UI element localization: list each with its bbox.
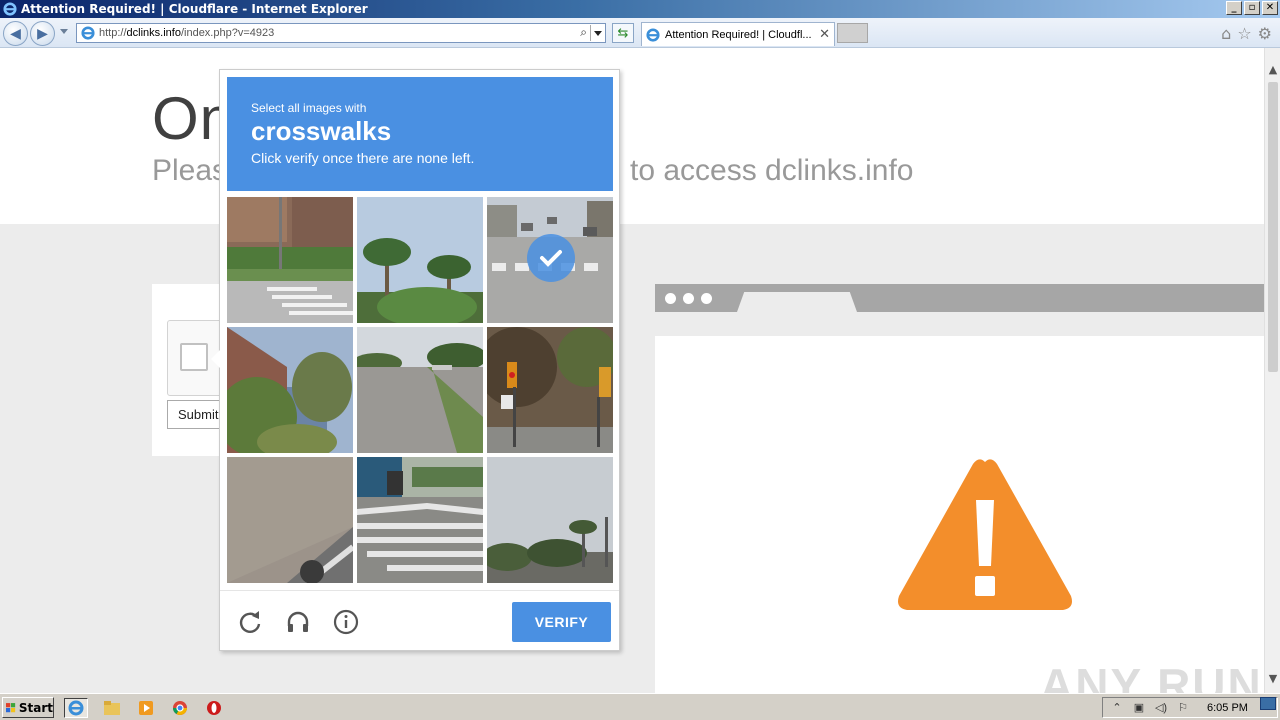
taskbar-clock[interactable]: 6:05 PM [1207, 702, 1248, 714]
address-dropdown-button[interactable] [590, 25, 604, 41]
volume-icon[interactable]: ◁) [1153, 700, 1169, 716]
opera-icon [207, 701, 221, 715]
url-host: dclinks.info [126, 27, 181, 39]
illustration-dot [683, 293, 694, 304]
tile-2-palm-trees[interactable] [357, 197, 483, 323]
popup-pointer [211, 350, 220, 368]
challenge-footer: VERIFY [220, 590, 619, 650]
start-label: Start [18, 700, 53, 715]
url-scheme: http:// [99, 27, 127, 39]
tools-gear-icon[interactable]: ⚙ [1258, 24, 1272, 43]
challenge-target: crosswalks [251, 116, 392, 146]
verify-button[interactable]: VERIFY [512, 602, 611, 642]
windows-taskbar: Start ⌃ ▣ ◁) ⚐ 6:05 PM [0, 693, 1280, 720]
internet-explorer-icon [68, 700, 84, 716]
tile-6-traffic-lights[interactable] [487, 327, 613, 453]
vertical-scrollbar[interactable]: ▲ ▼ [1264, 48, 1280, 693]
tray-expand-icon[interactable]: ⌃ [1109, 700, 1125, 716]
challenge-header: Select all images with crosswalks Click … [227, 77, 613, 191]
window-title-bar: Attention Required! | Cloudflare - Inter… [0, 0, 1280, 18]
media-player-icon [139, 701, 153, 715]
back-icon: ◀ [10, 25, 21, 42]
taskbar-media-player-button[interactable] [134, 698, 158, 718]
image-grid [227, 197, 613, 583]
windows-logo-icon [6, 702, 16, 712]
illustration-dot [701, 293, 712, 304]
browser-tab[interactable]: Attention Required! | Cloudfl... ✕ [641, 22, 835, 46]
scroll-up-icon[interactable]: ▲ [1265, 60, 1280, 78]
challenge-note: Click verify once there are none left. [251, 149, 475, 166]
browser-illustration-body [655, 336, 1264, 693]
restore-button[interactable]: ▫ [1244, 1, 1260, 15]
taskbar-ie-button[interactable] [64, 698, 88, 718]
illustration-tab [737, 292, 857, 312]
scroll-thumb[interactable] [1268, 82, 1278, 372]
chrome-icon [173, 701, 187, 715]
browser-illustration-bar [655, 284, 1264, 312]
page-subheading: Pleas to access dclinks.info [152, 154, 913, 188]
page-hero: On Pleas to access dclinks.info [0, 48, 1264, 224]
tab-title: Attention Required! | Cloudfl... [665, 28, 812, 41]
audio-headphones-icon[interactable] [285, 609, 311, 635]
navigation-bar: ◀ ▶ http://dclinks.info/index.php?v=4923… [0, 18, 1280, 48]
web-page: On Pleas to access dclinks.info Submit A… [0, 48, 1264, 693]
page-lower-section: Submit [0, 224, 1264, 693]
info-icon[interactable] [333, 609, 359, 635]
tile-3-street-crosswalk[interactable] [487, 197, 613, 323]
tab-close-icon[interactable]: ✕ [819, 26, 830, 42]
forward-button[interactable]: ▶ [30, 21, 55, 46]
taskbar-chrome-button[interactable] [168, 698, 192, 718]
address-bar[interactable]: http://dclinks.info/index.php?v=4923 ⌕ [76, 23, 606, 43]
forward-icon: ▶ [37, 25, 48, 42]
taskbar-opera-button[interactable] [202, 698, 226, 718]
url-path: /index.php?v=4923 [180, 27, 275, 39]
favorites-star-icon[interactable]: ☆ [1237, 24, 1251, 43]
recaptcha-checkbox[interactable] [180, 343, 208, 371]
challenge-instruction: Select all images with [251, 101, 367, 115]
tile-7-road-curb[interactable] [227, 457, 353, 583]
refresh-button[interactable]: ⇆ [612, 23, 634, 43]
back-button[interactable]: ◀ [3, 21, 28, 46]
anyrun-watermark: ANY RUN [1040, 659, 1263, 693]
reload-icon[interactable] [237, 609, 263, 635]
warning-triangle-icon [898, 459, 1072, 610]
refresh-icon: ⇆ [617, 25, 629, 41]
home-icon[interactable]: ⌂ [1221, 24, 1231, 43]
page-subheading-left: Pleas [152, 154, 228, 187]
tab-favicon-icon [646, 27, 660, 42]
new-tab-button[interactable] [837, 23, 868, 43]
network-icon[interactable]: ▣ [1131, 700, 1147, 716]
show-desktop-button[interactable] [1260, 697, 1276, 710]
tile-5-empty-road[interactable] [357, 327, 483, 453]
tile-1-sidewalk-crosswalk[interactable] [227, 197, 353, 323]
tile-8-crosswalk-stripes[interactable] [357, 457, 483, 583]
window-controls: _ ▫ ✕ [1226, 1, 1278, 15]
internet-explorer-icon [3, 2, 17, 16]
folder-icon [104, 701, 120, 715]
page-favicon-icon [81, 26, 95, 40]
close-button[interactable]: ✕ [1262, 1, 1278, 15]
scroll-down-icon[interactable]: ▼ [1265, 669, 1280, 687]
action-center-flag-icon[interactable]: ⚐ [1175, 700, 1191, 716]
toolbar-icons: ⌂ ☆ ⚙ [1221, 24, 1272, 43]
taskbar-explorer-button[interactable] [100, 698, 124, 718]
tile-4-palm-building[interactable] [227, 327, 353, 453]
tile-9-trees-sky[interactable] [487, 457, 613, 583]
illustration-dot [665, 293, 676, 304]
minimize-button[interactable]: _ [1226, 1, 1242, 15]
search-icon[interactable]: ⌕ [580, 25, 587, 40]
system-tray: ⌃ ▣ ◁) ⚐ 6:05 PM [1102, 697, 1278, 718]
recaptcha-challenge-popup: Select all images with crosswalks Click … [211, 69, 620, 651]
start-button[interactable]: Start [2, 697, 54, 718]
page-subheading-right: to access dclinks.info [630, 154, 914, 187]
selected-checkmark-icon [527, 234, 575, 282]
window-title: Attention Required! | Cloudflare - Inter… [21, 2, 368, 16]
history-dropdown[interactable] [60, 29, 68, 34]
